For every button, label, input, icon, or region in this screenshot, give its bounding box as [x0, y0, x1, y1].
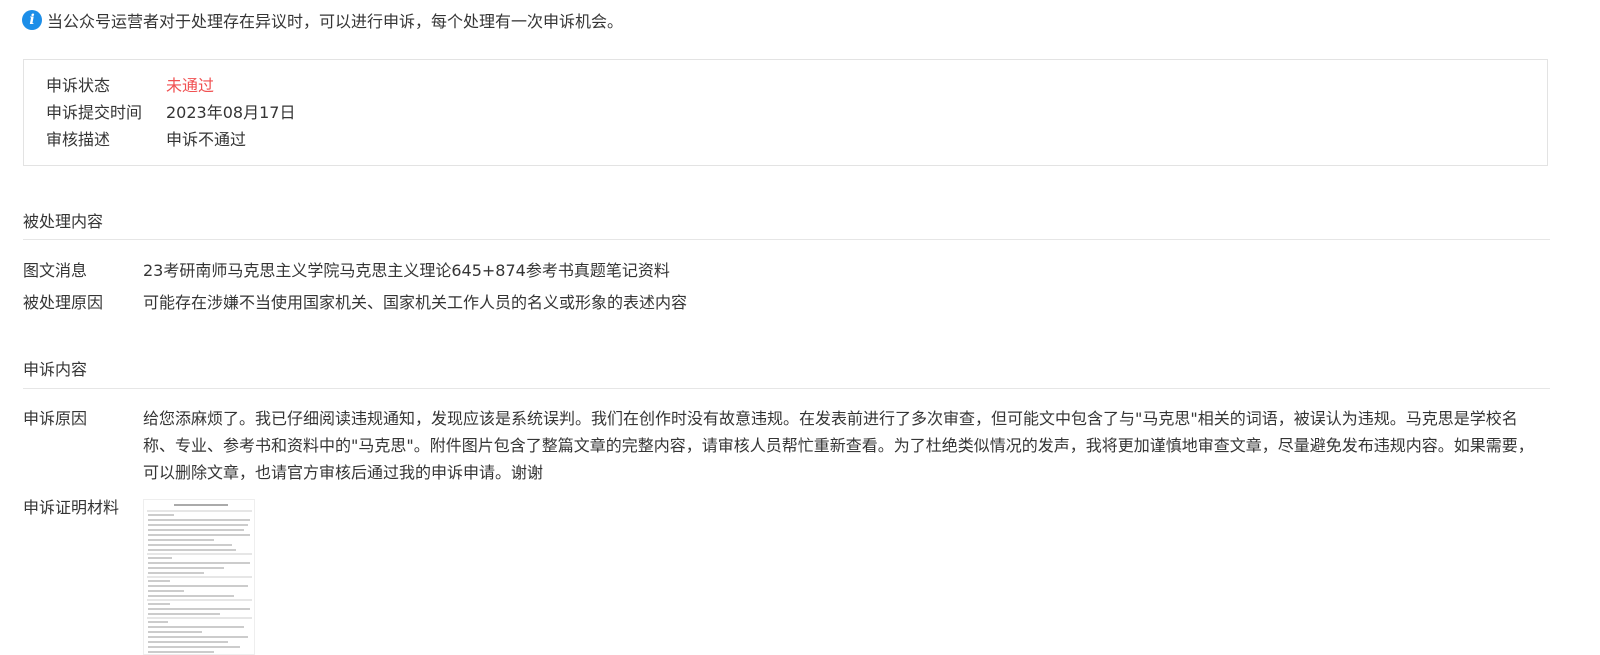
notice-text: 当公众号运营者对于处理存在异议时，可以进行申诉，每个处理有一次申诉机会。	[47, 12, 624, 31]
appeal-reason-label: 申诉原因	[23, 409, 88, 428]
document-preview-image	[144, 500, 254, 654]
processed-reason-label: 被处理原因	[23, 293, 104, 312]
submit-time-label: 申诉提交时间	[46, 103, 143, 122]
appeal-reason-value: 给您添麻烦了。我已仔细阅读违规通知，发现应该是系统误判。我们在创作时没有故意违规…	[143, 409, 1534, 482]
appeal-detail-page: i 当公众号运营者对于处理存在异议时，可以进行申诉，每个处理有一次申诉机会。 申…	[0, 0, 1600, 655]
section-divider	[23, 388, 1550, 389]
submit-time-row: 申诉提交时间 2023年08月17日	[46, 98, 295, 124]
submit-time-value: 2023年08月17日	[166, 103, 296, 122]
processed-content-title: 被处理内容	[23, 212, 104, 231]
status-value: 未通过	[166, 76, 215, 95]
proof-row: 申诉证明材料	[23, 494, 143, 521]
section-divider	[23, 239, 1550, 240]
review-label: 审核描述	[46, 130, 111, 149]
processed-reason-value: 可能存在涉嫌不当使用国家机关、国家机关工作人员的名义或形象的表述内容	[143, 293, 688, 312]
processed-reason-row: 被处理原因 可能存在涉嫌不当使用国家机关、国家机关工作人员的名义或形象的表述内容	[23, 289, 687, 316]
status-row: 申诉状态 未通过	[46, 71, 214, 97]
status-label: 申诉状态	[46, 76, 111, 95]
appeal-reason-row: 申诉原因 给您添麻烦了。我已仔细阅读违规通知，发现应该是系统误判。我们在创作时没…	[23, 405, 1548, 486]
review-row: 审核描述 申诉不通过	[46, 125, 246, 151]
article-row: 图文消息 23考研南师马克思主义学院马克思主义理论645+874参考书真题笔记资…	[23, 257, 670, 284]
proof-image-thumbnail[interactable]	[143, 499, 255, 655]
article-label: 图文消息	[23, 261, 88, 280]
appeal-notice: i 当公众号运营者对于处理存在异议时，可以进行申诉，每个处理有一次申诉机会。	[22, 9, 623, 31]
proof-label: 申诉证明材料	[23, 498, 120, 517]
article-value: 23考研南师马克思主义学院马克思主义理论645+874参考书真题笔记资料	[143, 261, 670, 280]
info-icon: i	[22, 10, 42, 30]
review-value: 申诉不通过	[166, 130, 247, 149]
appeal-content-title: 申诉内容	[23, 360, 88, 379]
